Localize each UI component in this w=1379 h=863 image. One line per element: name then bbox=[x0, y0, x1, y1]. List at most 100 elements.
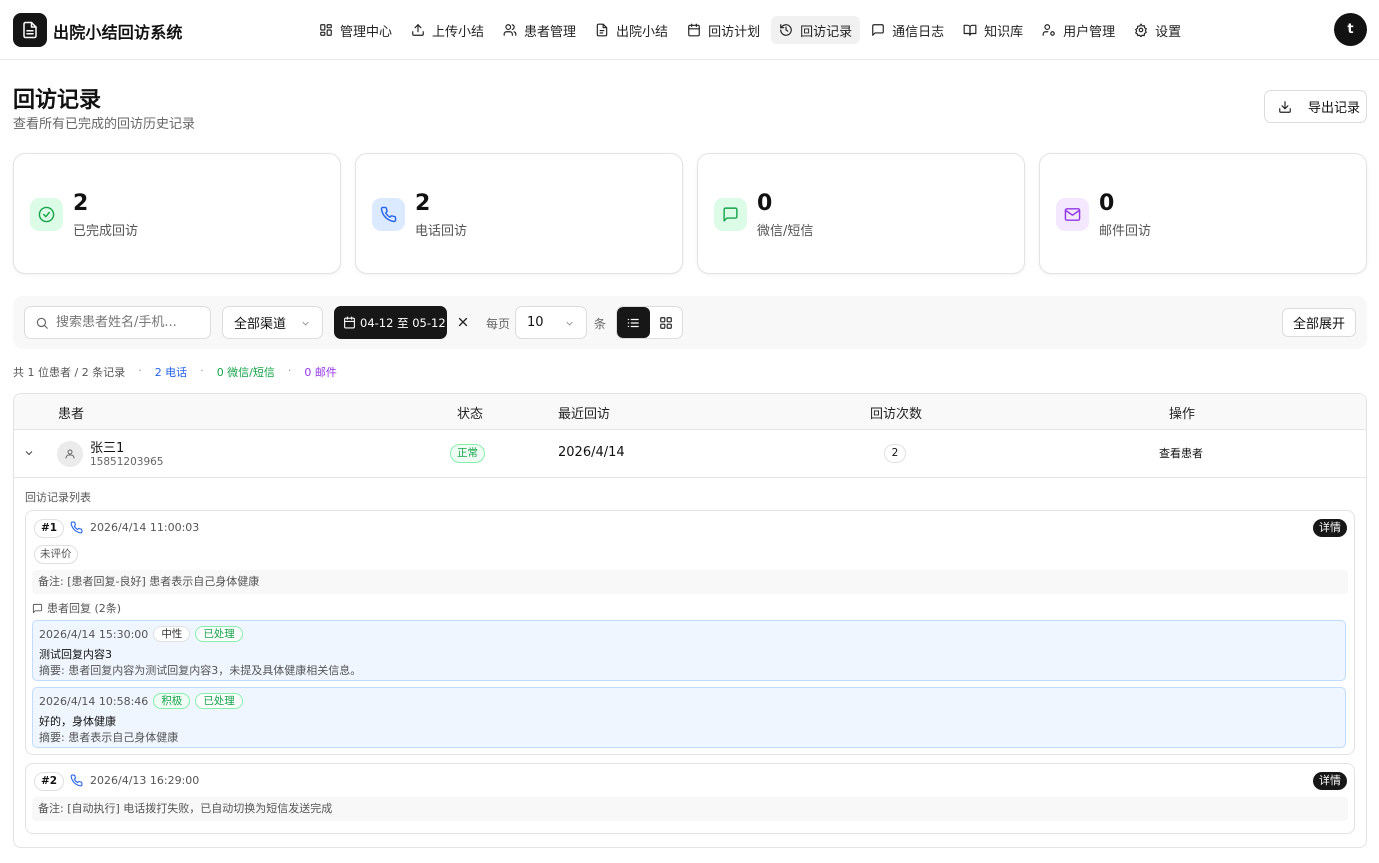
users-icon bbox=[503, 24, 517, 36]
stat-value: 2 bbox=[73, 191, 89, 216]
per-page-unit: 条 bbox=[594, 317, 607, 331]
main-nav: 管理中心 上传小结 患者管理 出院小结 回访计划 回访记录 通信日志 知识库 用… bbox=[311, 15, 1192, 45]
record-time: 2026/4/13 16:29:00 bbox=[90, 774, 200, 787]
upload-icon bbox=[412, 24, 424, 36]
calendar-icon bbox=[344, 316, 355, 329]
chevron-down-icon[interactable] bbox=[23, 447, 35, 459]
visit-count-badge: 2 bbox=[884, 444, 906, 463]
detail-button[interactable]: 详情 bbox=[1313, 519, 1347, 537]
history-icon bbox=[780, 24, 792, 36]
nav-label: 知识库 bbox=[984, 24, 1024, 40]
chat-icon bbox=[714, 198, 747, 231]
date-range-value: 04-12 至 05-12 bbox=[360, 315, 446, 330]
summary-phone: 2 电话 bbox=[154, 366, 188, 379]
gear-icon bbox=[1135, 23, 1148, 37]
nav-label: 用户管理 bbox=[1063, 24, 1116, 40]
mail-icon bbox=[1056, 198, 1089, 231]
per-page-select[interactable]: 10 bbox=[515, 306, 587, 339]
stat-card-phone: 2 电话回访 bbox=[355, 153, 683, 274]
user-icon bbox=[65, 449, 75, 459]
app-title: 出院小结回访系统 bbox=[53, 23, 183, 42]
nav-label: 上传小结 bbox=[432, 24, 485, 40]
search-box[interactable] bbox=[24, 306, 211, 339]
separator-dot: · bbox=[138, 364, 142, 377]
nav-item-settings[interactable]: 设置 bbox=[1126, 16, 1189, 44]
header-status: 状态 bbox=[457, 407, 484, 422]
separator-dot: · bbox=[287, 364, 292, 377]
grid-view-button[interactable] bbox=[650, 307, 683, 338]
calendar-icon bbox=[688, 23, 700, 37]
channel-value: 全部渠道 bbox=[234, 317, 287, 332]
search-input[interactable] bbox=[56, 315, 196, 330]
summary-wechat: 0 微信/短信 bbox=[216, 366, 275, 379]
nav-label: 管理中心 bbox=[340, 24, 393, 40]
file-icon bbox=[596, 23, 608, 37]
summary-total: 共 1 位患者 / 2 条记录 bbox=[13, 366, 126, 379]
avatar bbox=[57, 441, 83, 467]
date-range-button[interactable]: 04-12 至 05-12 bbox=[334, 306, 447, 339]
separator-dot: · bbox=[200, 364, 204, 377]
evaluation-badge: 未评价 bbox=[34, 545, 78, 564]
page-subtitle: 查看所有已完成的回访历史记录 bbox=[13, 117, 196, 132]
records-table: 患者 状态 最近回访 回访次数 操作 张三1 15851203965 正常 20… bbox=[13, 393, 1367, 848]
visit-record: #2 2026/4/13 16:29:00 详情 备注: [自动执行] 电话拨打… bbox=[25, 763, 1355, 834]
nav-item-logs[interactable]: 通信日志 bbox=[863, 16, 952, 44]
status-badge: 正常 bbox=[450, 444, 485, 463]
header-last-visit: 最近回访 bbox=[558, 407, 611, 422]
reply-summary: 摘要: 患者回复内容为测试回复内容3，未提及具体健康相关信息。 bbox=[39, 664, 362, 677]
clear-date-icon[interactable] bbox=[456, 315, 470, 329]
patient-name: 张三1 bbox=[90, 441, 125, 456]
sentiment-tag: 积极 bbox=[153, 693, 191, 709]
stat-label: 已完成回访 bbox=[73, 224, 139, 239]
list-icon bbox=[628, 318, 640, 327]
detail-button[interactable]: 详情 bbox=[1313, 772, 1347, 790]
stat-card-email: 0 邮件回访 bbox=[1039, 153, 1367, 274]
nav-item-summaries[interactable]: 出院小结 bbox=[587, 16, 676, 44]
stat-label: 微信/短信 bbox=[757, 224, 814, 239]
grid-icon bbox=[659, 316, 672, 329]
table-row[interactable]: 张三1 15851203965 正常 2026/4/14 2 查看患者 bbox=[14, 430, 1366, 478]
phone-icon bbox=[70, 521, 83, 534]
records-list-title: 回访记录列表 bbox=[25, 491, 91, 504]
page-title: 回访记录 bbox=[13, 88, 102, 113]
nav-item-plans[interactable]: 回访计划 bbox=[679, 16, 768, 44]
user-avatar[interactable]: t bbox=[1334, 13, 1367, 46]
reply-time: 2026/4/14 10:58:46 bbox=[39, 694, 149, 708]
visit-record: #1 2026/4/14 11:00:03 详情 未评价 备注: [患者回复-良… bbox=[25, 510, 1355, 755]
record-number: #2 bbox=[34, 772, 65, 791]
chevron-down-icon bbox=[302, 321, 309, 326]
expand-all-button[interactable]: 全部展开 bbox=[1282, 308, 1356, 337]
phone-icon bbox=[372, 198, 405, 231]
stat-label: 邮件回访 bbox=[1099, 224, 1152, 239]
export-records-button[interactable]: 导出记录 bbox=[1264, 90, 1367, 123]
nav-item-upload[interactable]: 上传小结 bbox=[403, 16, 492, 44]
download-icon bbox=[1279, 100, 1291, 113]
nav-label: 出院小结 bbox=[616, 24, 669, 40]
view-patient-link[interactable]: 查看患者 bbox=[1159, 445, 1203, 461]
book-icon bbox=[963, 24, 977, 36]
user-cog-icon bbox=[1042, 24, 1055, 36]
app-logo-icon[interactable] bbox=[13, 13, 47, 47]
view-toggle bbox=[616, 306, 683, 339]
filter-bar: 全部渠道 04-12 至 05-12 每页 10 条 全部展开 bbox=[13, 296, 1367, 349]
nav-item-dashboard[interactable]: 管理中心 bbox=[311, 16, 400, 44]
nav-item-users[interactable]: 用户管理 bbox=[1034, 16, 1123, 44]
replies-header-label: 患者回复 (2条) bbox=[47, 602, 122, 615]
nav-item-patients[interactable]: 患者管理 bbox=[495, 16, 584, 44]
channel-select[interactable]: 全部渠道 bbox=[222, 306, 323, 339]
summary-email: 0 邮件 bbox=[304, 366, 337, 379]
last-visit-date: 2026/4/14 bbox=[558, 445, 625, 460]
reply-time: 2026/4/14 15:30:00 bbox=[39, 627, 149, 641]
processed-tag: 已处理 bbox=[195, 626, 243, 642]
search-icon bbox=[36, 317, 48, 329]
records-summary: 共 1 位患者 / 2 条记录 · 2 电话 · 0 微信/短信 · 0 邮件 bbox=[13, 364, 337, 380]
nav-label: 回访记录 bbox=[800, 24, 853, 40]
nav-label: 通信日志 bbox=[892, 24, 945, 40]
check-circle-icon bbox=[30, 198, 63, 231]
nav-item-records[interactable]: 回访记录 bbox=[771, 16, 861, 44]
nav-item-knowledge[interactable]: 知识库 bbox=[955, 16, 1031, 44]
record-note: 备注: [患者回复-良好] 患者表示自己身体健康 bbox=[32, 570, 1348, 594]
list-view-button[interactable] bbox=[617, 307, 650, 338]
processed-tag: 已处理 bbox=[195, 693, 243, 709]
stat-card-completed: 2 已完成回访 bbox=[13, 153, 341, 274]
